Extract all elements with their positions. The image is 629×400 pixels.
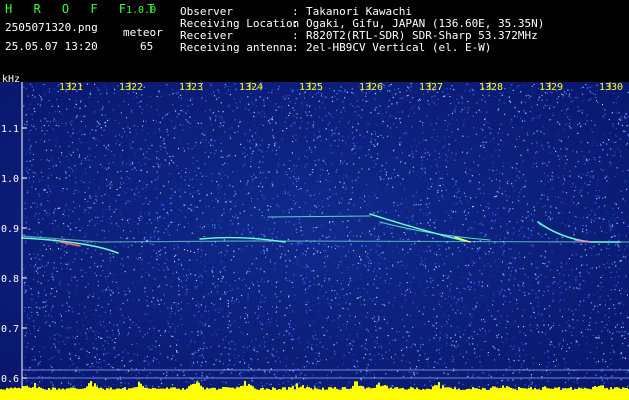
info-antenna: Receiving antenna: 2el-HB9CV Vertical (el… (180, 41, 492, 54)
x-tick-label: 1329 (539, 82, 563, 93)
app-version: 1.0.0 (126, 5, 157, 16)
x-tick-label: 1321 (59, 82, 83, 93)
info-value: 2el-HB9CV Vertical (el. E-W) (306, 41, 492, 54)
hrofft-screen: H R O F F T 1.0.0 2505071320.png meteor … (0, 0, 629, 400)
x-tick-label: 1322 (119, 82, 143, 93)
detection-count: 65 (140, 40, 154, 53)
x-tick-label: 1324 (239, 82, 263, 93)
x-tick-label: 1330 (599, 82, 623, 93)
y-tick-label: 1.1 (1, 124, 19, 135)
x-tick-label: 1328 (479, 82, 503, 93)
x-tick-label: 1326 (359, 82, 383, 93)
y-tick-label: 0.6 (1, 374, 19, 385)
info-label: Receiving antenna (180, 41, 293, 54)
x-tick-label: 1327 (419, 82, 443, 93)
y-tick-label: 0.9 (1, 224, 19, 235)
y-axis-unit: kHz (2, 74, 20, 85)
file-datetime: 25.05.07 13:20 (5, 40, 98, 53)
x-tick-label: 1325 (299, 82, 323, 93)
detection-label: meteor (123, 26, 163, 39)
spectrogram: 1.1 1.0 0.9 0.8 0.7 0.6 1321 1322 1323 1324 1325 1… (0, 74, 629, 400)
y-tick-label: 1.0 (1, 174, 19, 185)
x-tick-label: 1323 (179, 82, 203, 93)
y-tick-label: 0.8 (1, 274, 19, 285)
y-tick-label: 0.7 (1, 324, 19, 335)
file-name: 2505071320.png (5, 21, 98, 34)
